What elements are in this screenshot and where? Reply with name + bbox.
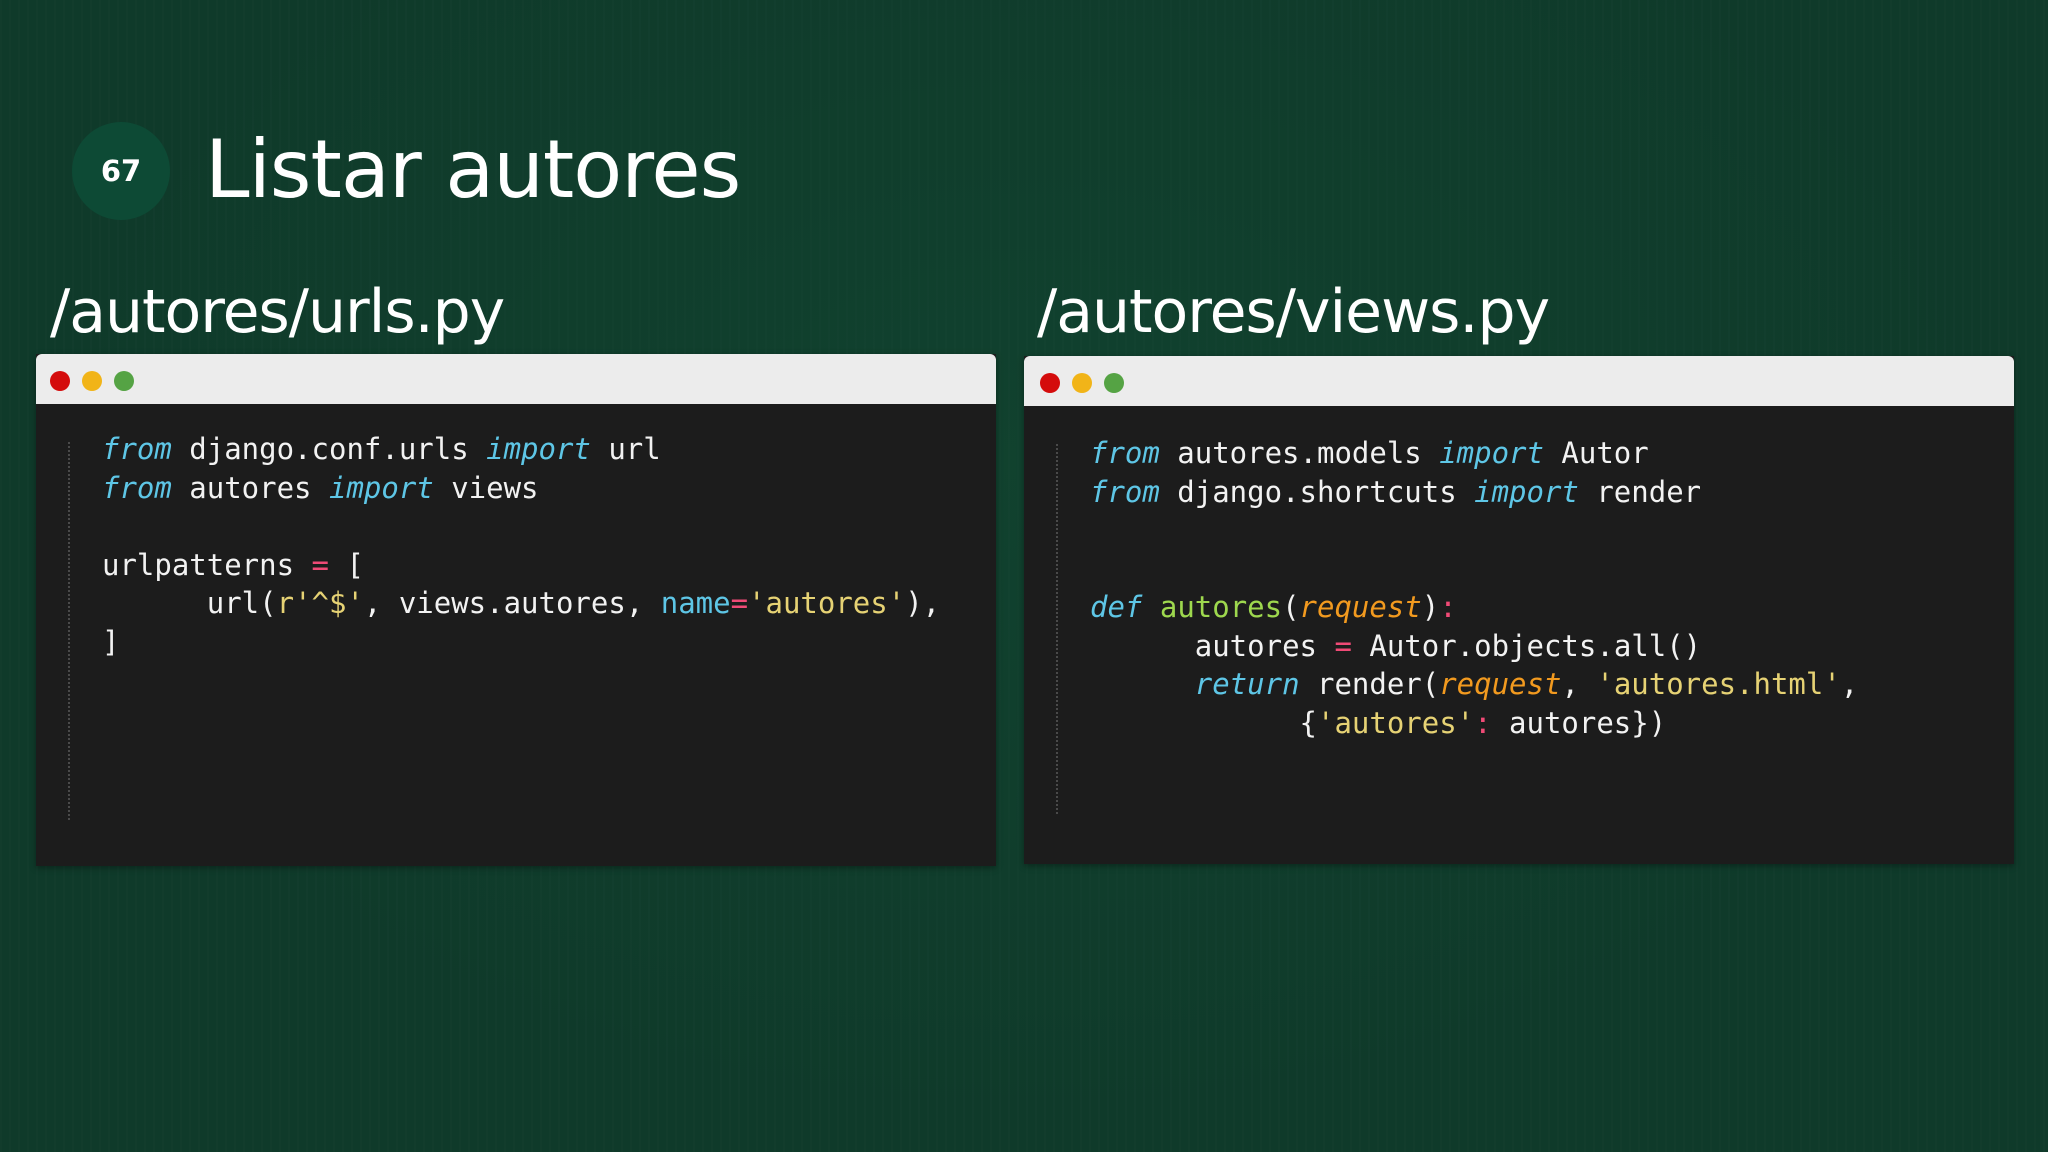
close-window-dot[interactable] [50, 371, 70, 391]
indent-guide [1056, 444, 1058, 814]
views-window-titlebar [1024, 356, 2014, 406]
urls-code-editor: from django.conf.urls import url from au… [36, 404, 996, 820]
code-line: ] [102, 624, 120, 659]
views-code-window: from autores.models import Autor from dj… [1024, 356, 2014, 864]
urls-window-titlebar [36, 354, 996, 404]
slide-title: Listar autores [205, 123, 741, 216]
maximize-window-dot[interactable] [1104, 373, 1124, 393]
indent-guide [68, 442, 70, 820]
close-window-dot[interactable] [1040, 373, 1060, 393]
minimize-window-dot[interactable] [82, 371, 102, 391]
code-line: autores = Autor.objects.all() [1194, 628, 1702, 663]
views-file-heading: /autores/views.py [1037, 277, 1550, 347]
code-line: {'autores': autores}) [1299, 705, 1667, 740]
urls-code-window: from django.conf.urls import url from au… [36, 354, 996, 866]
code-line: from django.conf.urls import url [102, 432, 661, 466]
minimize-window-dot[interactable] [1072, 373, 1092, 393]
code-line: from django.shortcuts import render [1090, 474, 1702, 509]
slide-number-badge: 67 [72, 122, 170, 220]
code-line: from autores.models import Autor [1090, 436, 1649, 470]
code-line: urlpatterns = [ [102, 547, 364, 582]
code-line: url(r'^$', views.autores, name='autores'… [206, 586, 941, 620]
code-line: def autores(request): [1090, 590, 1457, 624]
views-code-editor: from autores.models import Autor from dj… [1024, 406, 2014, 814]
maximize-window-dot[interactable] [114, 371, 134, 391]
urls-file-heading: /autores/urls.py [50, 277, 505, 347]
code-line: return render(request, 'autores.html', [1194, 667, 1859, 701]
code-line: from autores import views [102, 470, 539, 505]
slide-number: 67 [100, 154, 142, 188]
